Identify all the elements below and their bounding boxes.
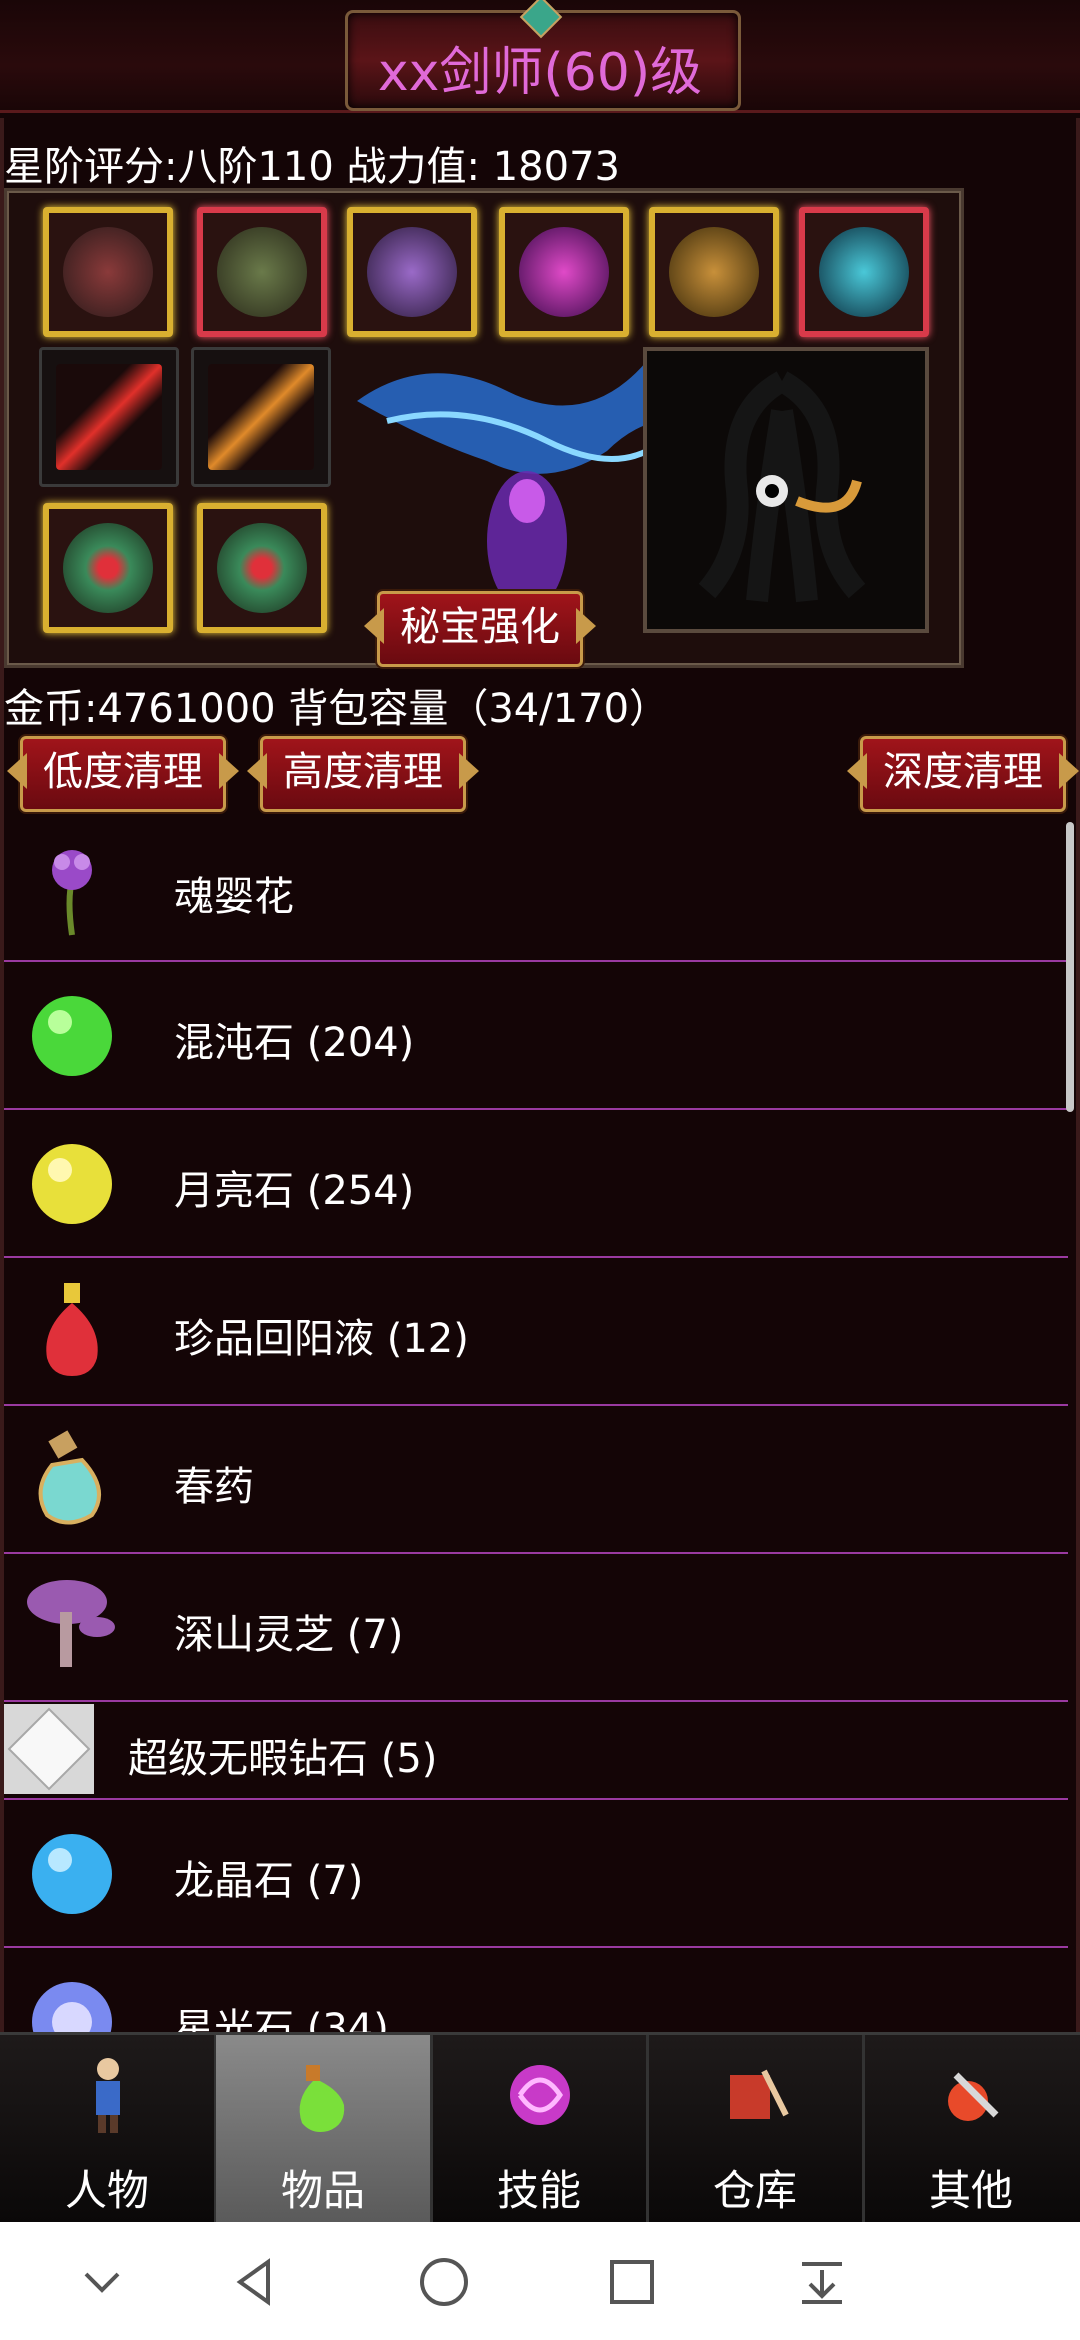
helmet-icon	[63, 227, 153, 317]
necklace-icon	[367, 227, 457, 317]
star-orb-icon	[32, 1982, 112, 2032]
ring-icon	[63, 523, 153, 613]
purple-flower-icon	[52, 850, 92, 936]
tab-character[interactable]: 人物	[0, 2035, 217, 2223]
sword-icon	[56, 364, 162, 470]
skill-swirl-icon	[510, 2065, 570, 2125]
tab-warehouse[interactable]: 仓库	[648, 2035, 865, 2223]
system-nav-bar	[0, 2222, 1080, 2340]
gold-bag-line: 金币:4761000 背包容量（34/170）	[4, 686, 670, 732]
item-name: 魂婴花	[174, 874, 294, 920]
blue-orb-icon	[32, 1834, 112, 1914]
tab-label: 物品	[280, 2166, 365, 2215]
equip-slot-weapon[interactable]	[39, 347, 179, 487]
list-item[interactable]: 珍品回阳液 (12)	[4, 1258, 1068, 1406]
other-tools-icon	[948, 2072, 999, 2121]
tab-label: 技能	[496, 2166, 581, 2215]
tab-skills[interactable]: 技能	[432, 2035, 649, 2223]
dragon-mask-icon	[819, 227, 909, 317]
character-icon	[96, 2058, 120, 2133]
item-name: 春药	[174, 1464, 254, 1510]
tab-label: 仓库	[712, 2166, 797, 2215]
recents-icon[interactable]	[602, 2252, 662, 2312]
tab-label: 其他	[928, 2166, 1013, 2215]
chevron-down-icon[interactable]	[72, 2252, 132, 2312]
list-item[interactable]: 魂婴花	[4, 820, 1068, 962]
page-title: xx剑师(60)级	[377, 43, 703, 103]
back-icon[interactable]	[226, 2252, 286, 2312]
item-name: 龙晶石 (7)	[174, 1858, 364, 1904]
tab-label: 人物	[64, 2166, 149, 2215]
download-icon[interactable]	[792, 2252, 852, 2312]
bracer-icon	[519, 227, 609, 317]
tab-items[interactable]: 物品	[216, 2035, 433, 2223]
mushroom-icon	[27, 1580, 115, 1667]
equip-slot-ring-1[interactable]	[43, 503, 173, 633]
list-item[interactable]: 混沌石 (204)	[4, 962, 1068, 1110]
inventory-list[interactable]: 魂婴花 混沌石 (204) 月亮石 (254) 珍品回阳液 (12) 春药 深山…	[4, 820, 1068, 2032]
stats-line: 星阶评分:八阶110 战力值: 18073	[4, 144, 620, 190]
armor-icon	[217, 227, 307, 317]
boots-icon	[669, 227, 759, 317]
blade-icon	[208, 364, 314, 470]
item-name: 月亮石 (254)	[174, 1168, 415, 1214]
diamond-icon	[4, 1704, 94, 1794]
green-orb-icon	[32, 996, 112, 1076]
yellow-orb-icon	[32, 1144, 112, 1224]
deep-clean-button[interactable]: 深度清理	[860, 736, 1066, 812]
list-item[interactable]: 月亮石 (254)	[4, 1110, 1068, 1258]
flask-icon	[38, 1430, 101, 1525]
equipment-panel: 秘宝强化	[4, 188, 964, 668]
item-name: 深山灵芝 (7)	[174, 1612, 404, 1658]
bottom-tab-bar: 人物 物品 技能 仓库 其他	[0, 2032, 1080, 2225]
list-item[interactable]: 深山灵芝 (7)	[4, 1554, 1068, 1702]
high-clean-button[interactable]: 高度清理	[260, 736, 466, 812]
list-item[interactable]: 超级无暇钻石 (5)	[4, 1702, 1068, 1800]
equip-slot-boots[interactable]	[649, 207, 779, 337]
list-item[interactable]: 春药	[4, 1406, 1068, 1554]
item-name: 超级无暇钻石 (5)	[128, 1736, 438, 1782]
warehouse-icon	[730, 2069, 789, 2119]
equip-slot-offhand[interactable]	[191, 347, 331, 487]
equip-slot-necklace[interactable]	[347, 207, 477, 337]
item-name: 星光石 (34)	[174, 2006, 389, 2032]
item-name: 珍品回阳液 (12)	[174, 1316, 469, 1362]
equip-slot-bracer[interactable]	[499, 207, 629, 337]
red-potion-icon	[46, 1283, 98, 1376]
tab-other[interactable]: 其他	[864, 2035, 1078, 2223]
list-item[interactable]: 星光石 (34)	[4, 1948, 1068, 2032]
list-scrollbar[interactable]	[1066, 822, 1074, 1112]
equip-slot-armor[interactable]	[197, 207, 327, 337]
low-clean-button[interactable]: 低度清理	[20, 736, 226, 812]
equip-slot-helmet[interactable]	[43, 207, 173, 337]
equip-slot-mask[interactable]	[799, 207, 929, 337]
shadow-creature-icon	[698, 371, 866, 603]
mount-slot[interactable]	[643, 347, 929, 633]
potion-bag-icon	[299, 2065, 345, 2132]
ring-icon	[217, 523, 307, 613]
home-icon[interactable]	[414, 2252, 474, 2312]
treasure-upgrade-button[interactable]: 秘宝强化	[377, 591, 583, 667]
item-name: 混沌石 (204)	[174, 1020, 415, 1066]
title-bar: xx剑师(60)级	[0, 0, 1080, 113]
equip-slot-ring-2[interactable]	[197, 503, 327, 633]
list-item[interactable]: 龙晶石 (7)	[4, 1800, 1068, 1948]
